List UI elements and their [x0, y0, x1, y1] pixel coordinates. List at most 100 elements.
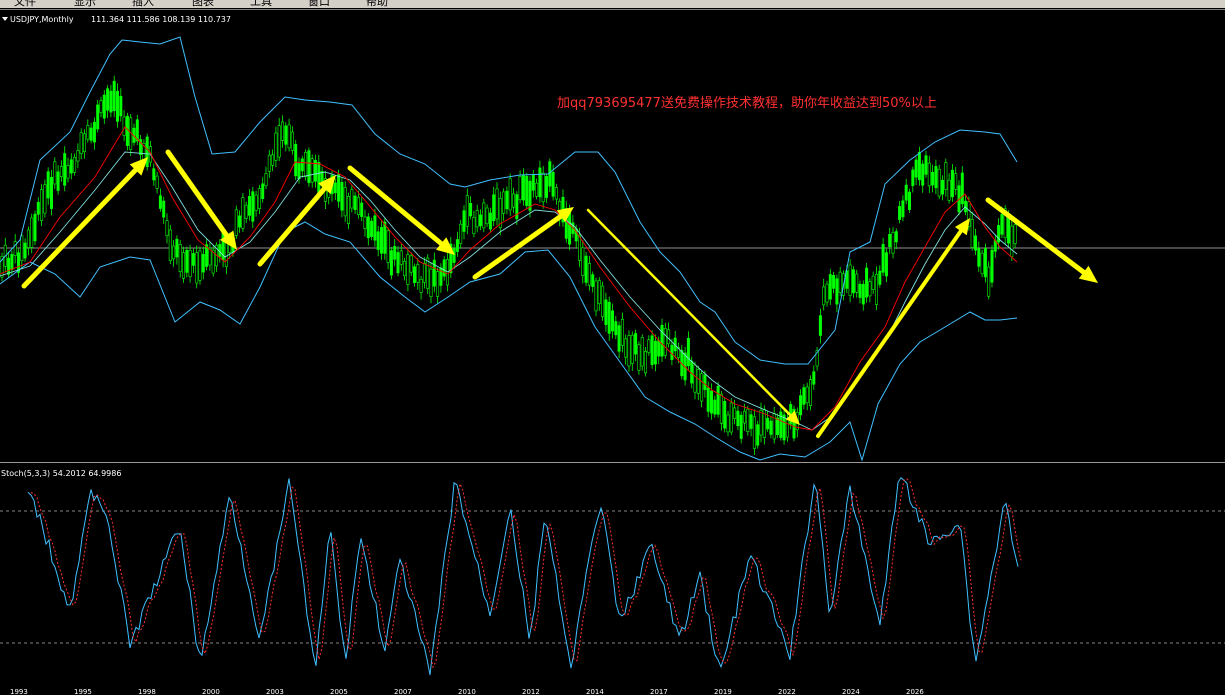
candle-body [83, 133, 87, 152]
price-chart[interactable] [0, 12, 1225, 462]
candle-body [294, 144, 298, 177]
candle-body [604, 299, 608, 325]
candle-body [663, 328, 667, 356]
candle-body [337, 174, 341, 202]
candle-body [868, 281, 872, 297]
candle-body [914, 159, 918, 178]
candle-body [175, 238, 179, 258]
time-axis-label: 2010 [458, 689, 476, 695]
candle-body [356, 196, 360, 215]
candle-body [944, 162, 948, 191]
candle-body [76, 150, 80, 162]
candle-body [109, 90, 113, 113]
candle-body [478, 214, 482, 227]
candle-body [307, 150, 311, 183]
trend-arrow-head [954, 218, 970, 236]
candle-body [931, 172, 935, 186]
trend-arrow-line [586, 208, 792, 417]
candle-body [759, 410, 763, 436]
candle-body [964, 200, 968, 213]
candle-body [568, 212, 572, 245]
candle-body [581, 247, 585, 276]
candle-body [921, 163, 925, 186]
candle-body [363, 216, 367, 229]
candle-body [145, 136, 149, 168]
candle-body [726, 414, 730, 433]
candle-body [271, 154, 275, 166]
candle-body [155, 175, 159, 189]
candle-body [924, 155, 928, 175]
candle-body [419, 278, 423, 293]
menu-item-help[interactable]: 帮助 [366, 0, 388, 8]
bollinger-upper-band [0, 36, 1018, 365]
candle-body [234, 209, 238, 236]
candle-body [162, 200, 166, 218]
candle-body [934, 166, 938, 189]
candle-body [1013, 224, 1017, 244]
candle-body [937, 168, 941, 197]
candle-body [653, 340, 657, 365]
candle-body [871, 275, 875, 291]
candle-body [495, 188, 499, 220]
candle-body [736, 410, 740, 427]
candle-body [66, 165, 70, 179]
candle-body [594, 280, 598, 312]
candle-body [165, 220, 169, 237]
candle-body [373, 215, 377, 241]
candle-body [360, 202, 364, 217]
candle-body [251, 191, 255, 222]
candle-body [422, 262, 426, 283]
candle-body [987, 266, 991, 297]
trend-arrow-line [816, 229, 963, 438]
candle-body [86, 125, 90, 140]
candle-body [802, 387, 806, 405]
candle-body [775, 417, 779, 435]
candle-body [832, 274, 836, 289]
candle-body [488, 212, 492, 230]
candle-body [426, 257, 430, 289]
candle-body [455, 239, 459, 252]
menu-item-insert[interactable]: 插入 [132, 0, 154, 8]
stoch-main-line [27, 476, 1019, 676]
candle-body [287, 124, 291, 149]
candle-body [742, 410, 746, 424]
candle-body [894, 231, 898, 243]
candle-body [614, 321, 618, 336]
menu-item-view[interactable]: 显示 [74, 0, 96, 8]
candle-body [116, 91, 120, 122]
candle-body [350, 189, 354, 209]
candle-body [59, 166, 63, 177]
candle-body [23, 242, 27, 259]
menu-item-file[interactable]: 文件 [14, 0, 36, 8]
candle-body [201, 254, 205, 273]
trend-arrow-line [165, 149, 230, 238]
menu-item-window[interactable]: 窗口 [308, 0, 330, 8]
chart-menu-dropdown-icon[interactable] [2, 17, 8, 21]
candle-body [96, 104, 100, 130]
candle-body [492, 194, 496, 221]
ohlc-label: 111.364 111.586 108.139 110.737 [91, 15, 231, 24]
candle-body [346, 196, 350, 224]
menu-item-charts[interactable]: 图表 [192, 0, 214, 8]
candle-body [538, 167, 542, 198]
candle-body [525, 176, 529, 206]
menu-item-tools[interactable]: 工具 [250, 0, 272, 8]
trend-arrow-line [257, 186, 327, 267]
candle-body [630, 334, 634, 364]
candle-body [172, 245, 176, 260]
trend-arrows [21, 149, 1098, 438]
candle-body [389, 250, 393, 276]
trend-arrow-line [347, 165, 444, 246]
candle-body [977, 248, 981, 267]
candle-body [706, 387, 710, 412]
candle-body [49, 177, 53, 209]
candle-body [261, 183, 265, 200]
candle-body [482, 202, 486, 229]
candle-body [541, 172, 545, 203]
candle-body [584, 255, 588, 283]
candle-body [805, 386, 809, 404]
candle-body [901, 200, 905, 218]
time-axis-label: 2026 [906, 689, 924, 695]
candle-body [10, 254, 14, 270]
stochastic-panel[interactable] [0, 465, 1225, 690]
